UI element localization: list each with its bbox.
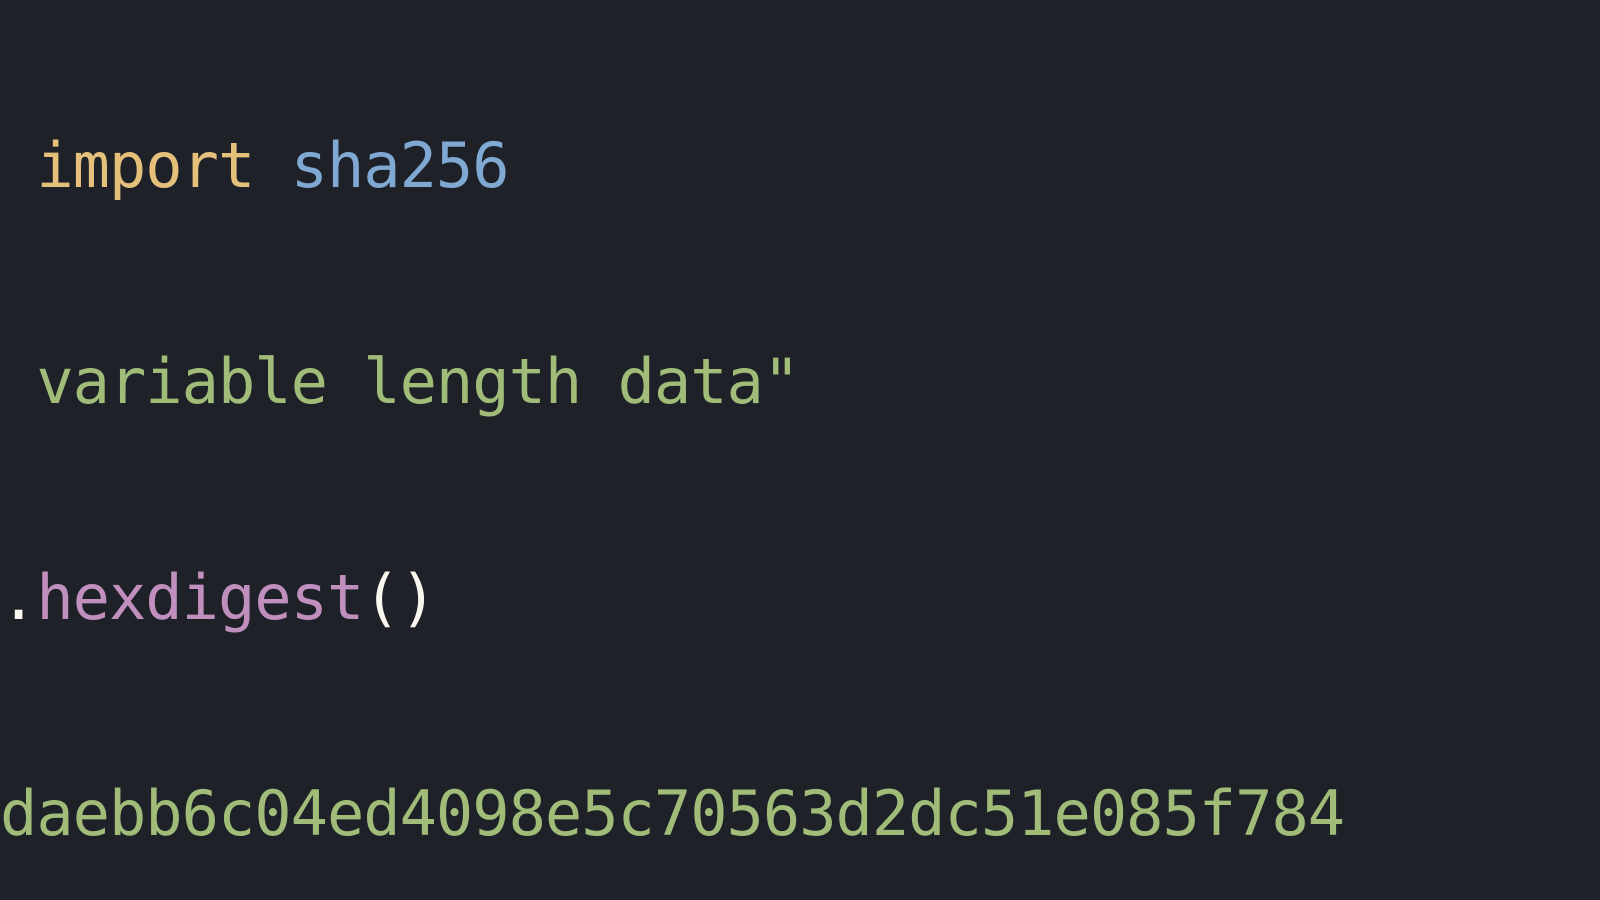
code-line: import sha256 [0,112,1600,220]
parentheses: () [363,561,436,634]
code-line: daebb6c04ed4098e5c70563d2dc51e085f784 [0,760,1600,868]
dot-operator: . [0,561,36,634]
method-name: hexdigest [36,561,363,634]
indent [0,345,36,418]
module-name: sha256 [291,129,509,202]
import-keyword: import [36,129,254,202]
code-editor[interactable]: import sha256 variable length data" .hex… [0,0,1600,900]
space [254,129,290,202]
code-line: .hexdigest() [0,544,1600,652]
code-line: variable length data" [0,328,1600,436]
string-literal: variable length data" [36,345,799,418]
hash-output: daebb6c04ed4098e5c70563d2dc51e085f784 [0,777,1344,850]
indent [0,129,36,202]
